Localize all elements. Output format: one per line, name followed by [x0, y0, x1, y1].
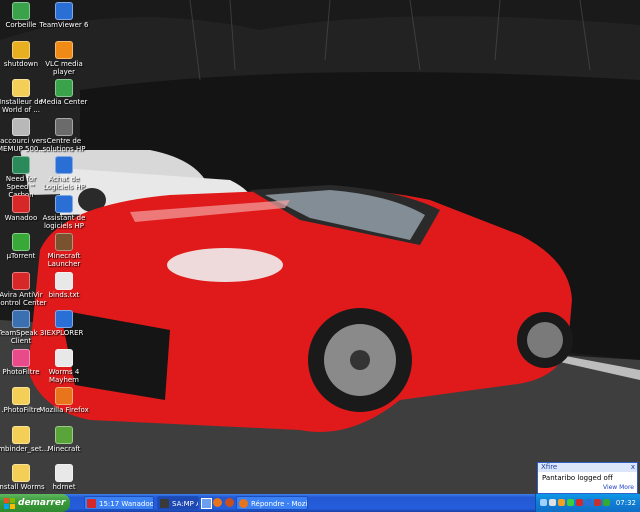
notification-close-button[interactable]: x [631, 463, 635, 472]
system-tray: 07:32 [535, 494, 640, 512]
text-file-icon [55, 271, 73, 290]
notification-header: Xfire x [538, 463, 637, 472]
desktop-icon[interactable]: Centre de solutions HP [36, 117, 92, 153]
recycle-bin-icon [12, 2, 30, 20]
desktop-icon-label: VLC media player [45, 59, 83, 76]
desktop-icon-label: Media Center [40, 98, 88, 106]
desktop-icon[interactable]: binds.txt [36, 271, 92, 299]
teamviewer-icon [55, 2, 73, 20]
desktop-icon-label: binds.txt [48, 290, 80, 299]
firefox-quicklaunch-icon[interactable] [225, 498, 234, 507]
notification-title: Xfire [541, 463, 558, 471]
desktop-icon-label: Mozilla Firefox [39, 406, 89, 414]
notification-view-more-link[interactable]: View More [603, 484, 634, 491]
windows-logo-icon [4, 497, 15, 509]
start-button[interactable]: demarrer [0, 494, 70, 512]
nfs-icon [12, 156, 30, 174]
clock: 07:32 [615, 499, 636, 507]
start-label: demarrer [18, 498, 66, 508]
taskbar-button-samp[interactable]: SA:MP An ... [157, 496, 199, 510]
security-tray-icon[interactable] [594, 499, 601, 506]
hp-shop-icon [55, 156, 73, 174]
desktop-icon-label: Worms 4 Mayhem [48, 367, 80, 384]
folder-icon [12, 464, 30, 482]
firefox-task-icon [239, 499, 248, 508]
taskbar-button-label: Répondre - Mozilla Fi... [251, 500, 308, 508]
desktop-icon-label: IEXPLORER [44, 329, 84, 337]
desktop-icon-label: Minecraft [47, 444, 81, 453]
play-icon[interactable] [567, 499, 574, 506]
desktop-icon[interactable]: hdrnet [36, 464, 92, 491]
taskbar-button-wanadoo[interactable]: 15:17 Wanadoo [84, 496, 154, 510]
teamspeak-icon [12, 310, 30, 328]
desktop-icon-label: Minecraft Launcher [47, 252, 81, 268]
minecraft-launcher-icon [55, 233, 73, 251]
desktop-icon-label: TeamViewer 6 [39, 21, 89, 29]
desktop: Corbeille TeamViewer 6 shutdown VLC media p… [0, 0, 640, 494]
vlc-cone-icon [55, 40, 73, 59]
folder-icon [12, 79, 30, 97]
media-center-icon [55, 79, 73, 97]
avira-tray-icon[interactable] [576, 499, 583, 506]
network-icon[interactable] [540, 499, 547, 506]
internet-explorer-icon [55, 310, 73, 328]
desktop-icon[interactable]: Minecraft Launcher [36, 233, 92, 268]
hp-logo-icon [55, 194, 73, 213]
notification-message: Pantaribo logged off [542, 474, 613, 482]
taskbar-button-label: 15:17 Wanadoo [99, 500, 154, 508]
document-icon [55, 464, 73, 482]
desktop-icon[interactable]: VLC media player [36, 40, 92, 76]
desktop-icon[interactable]: Minecraft [36, 425, 92, 453]
desktop-icon[interactable]: Assistant de logiciels HP [36, 194, 92, 230]
kmbinder-icon [12, 425, 30, 444]
samp-task-icon [160, 499, 169, 508]
shutdown-icon [12, 40, 30, 59]
messenger-tray-icon[interactable] [603, 499, 610, 506]
wanadoo-icon [12, 194, 30, 213]
taskbar: demarrer 15:17 Wanadoo SA:MP An ... Répo… [0, 494, 640, 512]
xfire-notification[interactable]: Xfire x Pantaribo logged off View More [537, 462, 638, 494]
worms-icon [55, 348, 73, 367]
drive-icon [12, 117, 30, 136]
desktop-icon[interactable]: Achat de Logiciels HP [36, 156, 92, 191]
volume-icon[interactable] [549, 499, 556, 506]
quick-launch [201, 497, 235, 509]
photofiltre-shortcut-icon [12, 387, 30, 405]
desktop-icon-label: hdrnet [52, 483, 76, 491]
photofiltre-icon [12, 348, 30, 367]
desktop-icon[interactable]: IEXPLORER [36, 310, 92, 337]
desktop-icon[interactable]: Mozilla Firefox [36, 387, 92, 414]
desktop-icon-label: Achat de Logiciels HP [43, 175, 85, 191]
desktop-icon[interactable]: TeamViewer 6 [36, 2, 92, 29]
desktop-icon-label: Assistant de logiciels HP [42, 213, 86, 230]
firefox-icon [55, 387, 73, 405]
hp-solutions-icon [55, 117, 73, 136]
minecraft-grass-icon [55, 425, 73, 444]
desktop-icon[interactable]: Media Center [36, 79, 92, 106]
taskbar-button-firefox[interactable]: Répondre - Mozilla Fi... [236, 496, 308, 510]
desktop-icon[interactable]: Worms 4 Mayhem [36, 348, 92, 384]
wallpaper-ferrari [0, 0, 640, 494]
media-player-icon[interactable] [213, 498, 222, 507]
show-desktop-icon[interactable] [201, 498, 212, 509]
avira-icon [12, 271, 30, 290]
antivirus-tray-icon[interactable] [585, 499, 592, 506]
desktop-icon-label: Centre de solutions HP [42, 136, 86, 153]
taskbar-button-label: SA:MP An ... [172, 500, 198, 508]
wanadoo-task-icon [87, 499, 96, 508]
xfire-tray-icon[interactable] [558, 499, 565, 506]
utorrent-icon [12, 233, 30, 251]
